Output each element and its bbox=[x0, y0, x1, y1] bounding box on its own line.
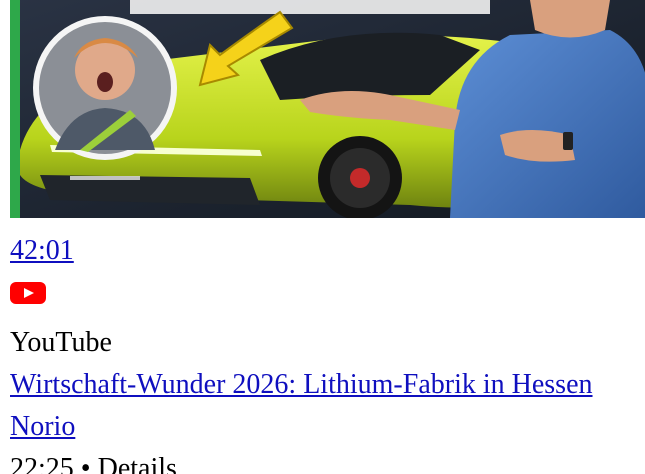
video-meta-time: 22:25 bbox=[10, 453, 74, 474]
video-meta-details: Details bbox=[97, 453, 177, 474]
video-result-card: 42:01 YouTube Wirtschaft-Wunder 2026: Li… bbox=[0, 0, 645, 474]
video-title-link[interactable]: Wirtschaft-Wunder 2026: Lithium-Fabrik i… bbox=[10, 368, 593, 402]
video-thumbnail[interactable] bbox=[10, 0, 645, 218]
channel-name-link[interactable]: Norio bbox=[10, 410, 75, 444]
video-source-label: YouTube bbox=[10, 327, 112, 358]
video-meta-separator: • bbox=[80, 453, 91, 474]
video-meta-row: 22:25 • Details bbox=[10, 452, 177, 474]
youtube-icon bbox=[10, 282, 46, 304]
video-duration-link[interactable]: 42:01 bbox=[10, 234, 74, 268]
thumbnail-image bbox=[10, 0, 645, 218]
